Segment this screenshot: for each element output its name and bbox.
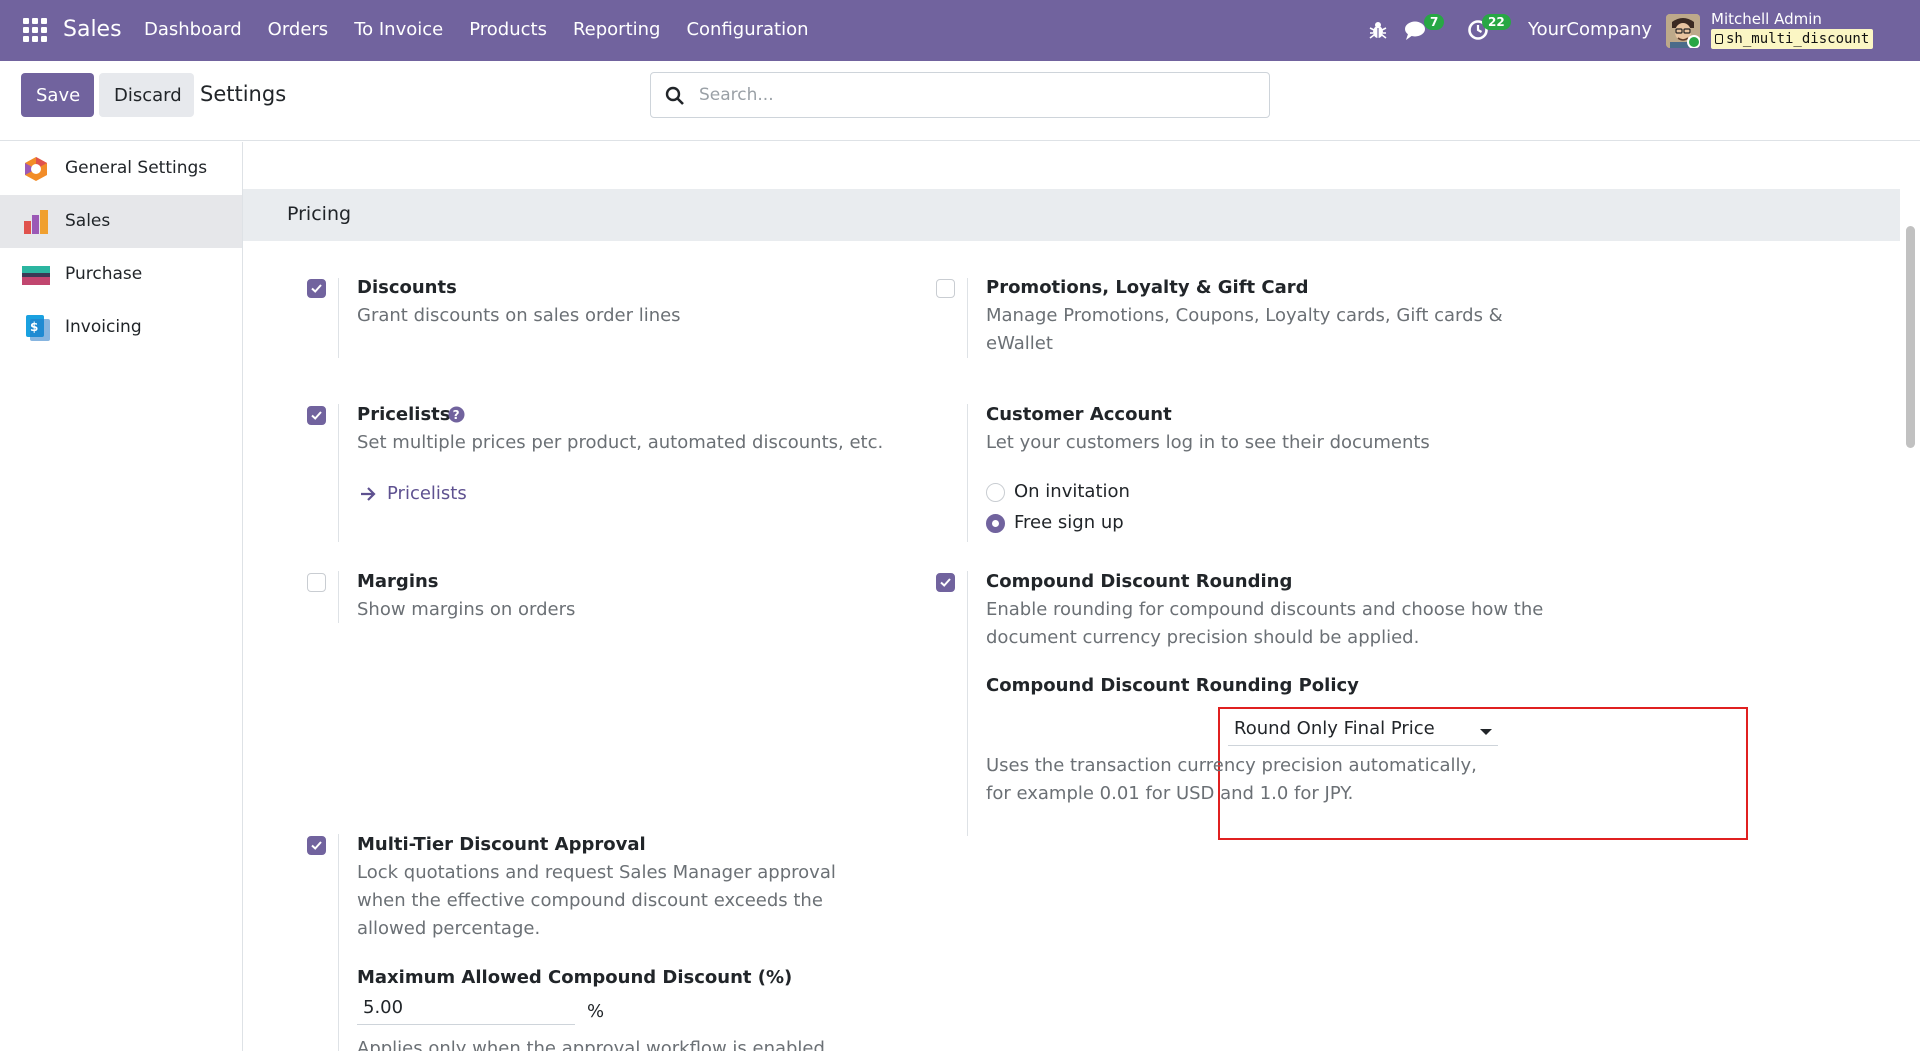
pricelists-checkbox[interactable] — [307, 406, 326, 425]
arrow-right-icon — [361, 487, 376, 501]
user-avatar[interactable] — [1666, 14, 1700, 48]
online-status-icon — [1687, 35, 1700, 48]
setting-divider — [338, 278, 339, 358]
debug-bug-icon[interactable] — [1369, 20, 1387, 40]
discounts-checkbox[interactable] — [307, 279, 326, 298]
chat-count-badge: 7 — [1424, 14, 1445, 30]
percent-unit: % — [587, 1001, 605, 1022]
settings-main: Pricing Discounts Grant discounts on sal… — [243, 142, 1900, 1051]
pricelists-description: Set multiple prices per product, automat… — [357, 432, 884, 453]
on-invitation-label[interactable]: On invitation — [1014, 481, 1130, 502]
max-discount-label: Maximum Allowed Compound Discount (%) — [357, 967, 793, 988]
rounding-policy-help: Uses the transaction currency precision … — [986, 755, 1477, 804]
sidebar-item-label: Sales — [65, 211, 111, 231]
pricelists-title: Pricelists — [357, 404, 451, 425]
setting-divider — [967, 278, 968, 358]
search-input[interactable] — [697, 81, 1257, 109]
margins-description: Show margins on orders — [357, 599, 576, 620]
approval-checkbox[interactable] — [307, 836, 326, 855]
help-question-icon[interactable]: ? — [448, 406, 465, 423]
sidebar-item-general-settings[interactable]: General Settings — [0, 142, 242, 195]
setting-divider — [967, 404, 968, 542]
settings-sidebar: General Settings Sales Purchase $ Invoic… — [0, 142, 243, 1051]
activity-count-badge: 22 — [1482, 14, 1511, 30]
rounding-policy-label: Compound Discount Rounding Policy — [986, 675, 1359, 696]
compound-rounding-checkbox[interactable] — [936, 573, 955, 592]
sidebar-item-label: Purchase — [65, 264, 143, 284]
search-icon — [665, 86, 684, 105]
sidebar-item-label: Invoicing — [65, 317, 142, 337]
compound-rounding-description: Enable rounding for compound discounts a… — [986, 599, 1544, 648]
sidebar-item-invoicing[interactable]: $ Invoicing — [0, 301, 242, 354]
app-name[interactable]: Sales — [63, 17, 122, 42]
menu-products[interactable]: Products — [469, 19, 547, 40]
menu-to-invoice[interactable]: To Invoice — [354, 19, 443, 40]
top-navbar: Sales Dashboard Orders To Invoice Produc… — [0, 0, 1920, 61]
odoo-settings-icon — [25, 157, 47, 181]
sidebar-item-sales[interactable]: Sales — [0, 195, 242, 248]
promotions-checkbox[interactable] — [936, 279, 955, 298]
approval-note: Applies only when the approval workflow … — [357, 1038, 831, 1051]
page-title: Settings — [200, 82, 287, 106]
user-name[interactable]: Mitchell Admin — [1711, 10, 1822, 28]
discounts-title: Discounts — [357, 277, 457, 298]
chevron-down-icon — [1480, 729, 1492, 735]
menu-orders[interactable]: Orders — [268, 19, 329, 40]
rounding-policy-value: Round Only Final Price — [1234, 718, 1435, 739]
free-sign-up-label[interactable]: Free sign up — [1014, 512, 1124, 533]
discounts-description: Grant discounts on sales order lines — [357, 305, 681, 326]
promotions-description: Manage Promotions, Coupons, Loyalty card… — [986, 305, 1503, 354]
database-name: sh_multi_discount — [1711, 29, 1874, 49]
compound-rounding-title: Compound Discount Rounding — [986, 571, 1293, 592]
svg-text:$: $ — [30, 320, 38, 334]
sidebar-item-purchase[interactable]: Purchase — [0, 248, 242, 301]
customer-account-description: Let your customers log in to see their d… — [986, 432, 1430, 453]
margins-title: Margins — [357, 571, 439, 592]
database-icon — [1715, 34, 1723, 44]
menu-dashboard[interactable]: Dashboard — [144, 19, 242, 40]
approval-title: Multi-Tier Discount Approval — [357, 834, 646, 855]
promotions-title: Promotions, Loyalty & Gift Card — [986, 277, 1309, 298]
section-header: Pricing — [243, 189, 1900, 241]
discard-button[interactable]: Discard — [99, 73, 194, 117]
svg-text:?: ? — [453, 408, 460, 422]
search-box[interactable] — [650, 72, 1270, 118]
rounding-policy-select[interactable]: Round Only Final Price — [1228, 714, 1498, 746]
setting-divider — [967, 571, 968, 836]
approval-description: Lock quotations and request Sales Manage… — [357, 862, 836, 939]
purchase-card-icon — [22, 266, 50, 285]
setting-divider — [338, 571, 339, 623]
company-switcher[interactable]: YourCompany — [1528, 19, 1652, 40]
setting-divider — [338, 404, 339, 542]
scrollbar-thumb[interactable] — [1906, 226, 1915, 448]
invoicing-icon: $ — [26, 315, 50, 341]
app-grid-icon[interactable] — [23, 18, 47, 42]
menu-configuration[interactable]: Configuration — [686, 19, 808, 40]
main-menu: Dashboard Orders To Invoice Products Rep… — [144, 19, 835, 40]
max-discount-input[interactable]: 5.00 — [357, 995, 575, 1025]
free-sign-up-radio[interactable] — [986, 514, 1005, 533]
section-title: Pricing — [287, 203, 352, 225]
pricelists-link[interactable]: Pricelists — [387, 483, 467, 504]
margins-checkbox[interactable] — [307, 573, 326, 592]
menu-reporting[interactable]: Reporting — [573, 19, 661, 40]
save-button[interactable]: Save — [21, 73, 94, 117]
setting-divider — [338, 834, 339, 1051]
sidebar-item-label: General Settings — [65, 158, 208, 178]
database-name-text: sh_multi_discount — [1726, 31, 1870, 47]
control-panel: Save Discard Settings — [0, 61, 1920, 141]
customer-account-title: Customer Account — [986, 404, 1172, 425]
sales-chart-icon — [24, 210, 48, 234]
on-invitation-radio[interactable] — [986, 483, 1005, 502]
max-discount-value: 5.00 — [363, 997, 404, 1018]
